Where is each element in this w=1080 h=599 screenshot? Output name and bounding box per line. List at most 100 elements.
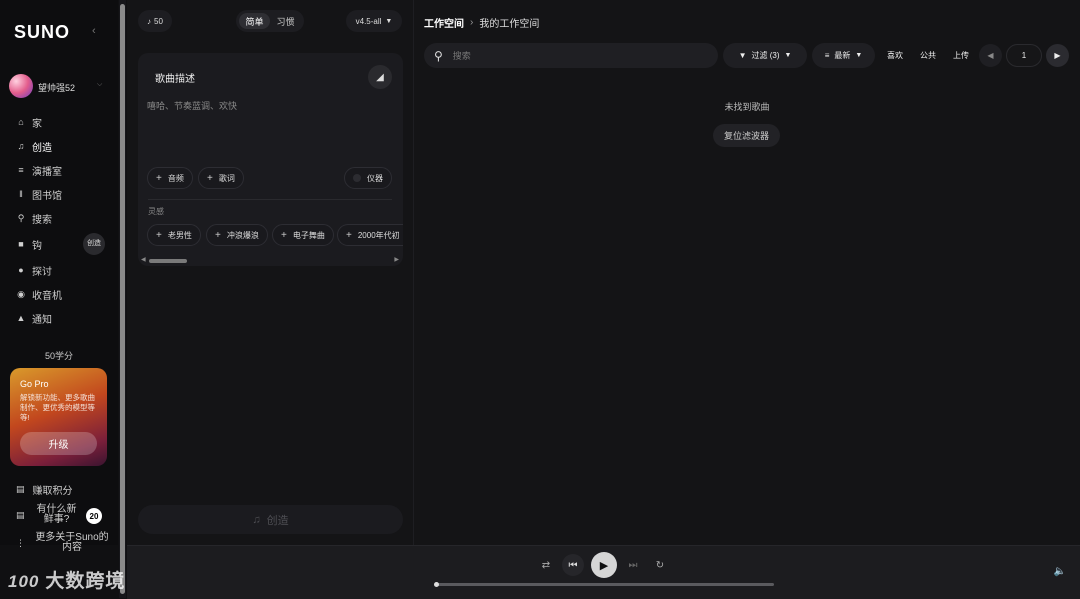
search-input[interactable] xyxy=(450,49,695,62)
page-number-input[interactable]: 1 xyxy=(1006,44,1042,67)
model-select-value: v4.5-all xyxy=(355,16,382,26)
home-icon: ⌂ xyxy=(18,117,24,127)
breadcrumb: 工作空间 › 我的工作空间 xyxy=(424,15,539,30)
filter-label: 过滤 (3) xyxy=(751,51,780,60)
plus-icon: + xyxy=(156,229,162,241)
bell-icon: ▲ xyxy=(16,313,26,323)
sidebar-item-create[interactable]: ♫ 创造 xyxy=(16,138,52,154)
watermark: 100 大数跨境 xyxy=(8,566,125,593)
credits-pill-value: 50 xyxy=(154,16,163,26)
sidebar-item-label: 创造 xyxy=(32,142,52,154)
collapse-sidebar-icon[interactable]: ‹ xyxy=(92,25,96,37)
chip-label: 2000年代初 xyxy=(357,230,400,240)
sidebar-item-label: 家 xyxy=(32,118,42,130)
divider xyxy=(148,199,392,200)
scroll-right-icon[interactable]: ▶ xyxy=(394,256,399,263)
toggle-label: 仪器 xyxy=(367,173,383,183)
tab-simple[interactable]: 简单 xyxy=(239,13,270,29)
inspiration-scrollbar[interactable]: ◀ ▶ xyxy=(141,256,399,264)
suno-logo[interactable]: SUNO xyxy=(14,22,70,43)
sidebar-item-search[interactable]: ⚲ 搜索 xyxy=(16,210,52,226)
music-note-icon: ♪ xyxy=(147,16,152,26)
sidebar-item-home[interactable]: ⌂ 家 xyxy=(16,114,42,130)
previous-icon[interactable]: ⏮ xyxy=(562,554,584,576)
add-lyrics-button[interactable]: + 歌词 xyxy=(198,167,244,189)
create-fab-label: 创造 xyxy=(87,240,101,247)
username[interactable]: 望帅强52 xyxy=(38,81,75,94)
breadcrumb-my-workspace[interactable]: 我的工作空间 xyxy=(479,15,539,30)
filter-button[interactable]: ▼ 过滤 (3) ▼ xyxy=(723,43,807,68)
caret-down-icon: ▼ xyxy=(385,17,393,25)
upload-label: 上传 xyxy=(953,51,969,60)
reset-filters-button[interactable]: 复位滤波器 xyxy=(713,124,780,147)
sidebar-item-studio[interactable]: ≡ 演播室 xyxy=(16,162,62,178)
next-page-button[interactable]: ▶ xyxy=(1046,44,1069,67)
tab-custom[interactable]: 习惯 xyxy=(270,13,301,29)
plus-icon: + xyxy=(346,229,352,241)
more-about-suno-link[interactable]: ⋮ 更多关于Suno的内容 xyxy=(16,533,111,553)
chip-label: 冲浪爆浪 xyxy=(226,230,259,240)
upgrade-button[interactable]: 升级 xyxy=(20,432,97,455)
inspiration-label: 灵感 xyxy=(148,207,164,216)
workspace-panel xyxy=(414,0,1080,545)
public-filter-button[interactable]: 公共 xyxy=(913,43,943,68)
card-title: 歌曲描述 xyxy=(155,74,195,85)
sidebar-item-label: 图书馆 xyxy=(32,190,62,202)
liked-filter-button[interactable]: 喜欢 xyxy=(880,43,910,68)
upload-button[interactable]: 上传 xyxy=(946,43,976,68)
go-pro-title: Go Pro xyxy=(20,379,49,389)
go-pro-card: Go Pro 解锁新功能、更多歌曲制作、更优秀的模型等等! 升级 xyxy=(10,368,107,466)
toggle-circle-icon xyxy=(353,174,361,182)
chevron-right-icon: › xyxy=(470,17,474,28)
earn-credits-link[interactable]: ▤ 赚取积分 xyxy=(16,482,73,497)
scroll-left-icon[interactable]: ◀ xyxy=(141,256,146,263)
model-select[interactable]: v4.5-all ▼ xyxy=(346,10,402,32)
plus-icon: + xyxy=(215,229,221,241)
inspiration-chip[interactable]: + 老男性 xyxy=(147,224,201,246)
create-fab-button[interactable]: 创造 xyxy=(83,233,105,255)
next-icon[interactable]: ⏭ xyxy=(626,558,640,572)
mode-tabs: 简单 习惯 xyxy=(236,10,304,32)
play-icon: ▶ xyxy=(599,559,609,572)
caret-down-icon: ▼ xyxy=(784,52,792,59)
caret-down-icon: ▼ xyxy=(855,52,863,59)
credits-pill[interactable]: ♪ 50 xyxy=(138,10,172,32)
sidebar-item-explore[interactable]: ● 探讨 xyxy=(16,262,52,278)
play-button[interactable]: ▶ xyxy=(591,552,617,578)
inspiration-chip[interactable]: + 冲浪爆浪 xyxy=(206,224,268,246)
create-button[interactable]: ♫ 创造 xyxy=(138,505,403,534)
compass-icon: ● xyxy=(18,265,24,275)
sort-button[interactable]: ≡ 最新 ▼ xyxy=(812,43,875,68)
breadcrumb-workspaces[interactable]: 工作空间 xyxy=(424,15,464,30)
prev-page-button[interactable]: ◀ xyxy=(979,44,1002,67)
song-description-input[interactable]: 嘻哈、节奏蓝调、欢快 xyxy=(147,99,237,112)
inspiration-chip[interactable]: + 电子舞曲 xyxy=(272,224,334,246)
sort-icon: ≡ xyxy=(824,51,830,60)
sidebar-item-library[interactable]: ‖ 图书馆 xyxy=(16,186,62,202)
progress-track[interactable] xyxy=(435,583,774,586)
whats-new-link[interactable]: ▤ 有什么新鲜事? xyxy=(16,505,81,525)
repeat-icon[interactable]: ↻ xyxy=(653,558,667,572)
add-audio-button[interactable]: + 音频 xyxy=(147,167,193,189)
volume-icon[interactable]: 🔈 xyxy=(1053,564,1067,578)
shuffle-icon[interactable]: ⇄ xyxy=(539,558,553,572)
create-button-label: 创造 xyxy=(266,514,289,527)
sidebar-item-radio[interactable]: ◉ 收音机 xyxy=(16,286,62,302)
search-field[interactable]: ⚲ xyxy=(424,43,718,68)
sidebar-item-hook[interactable]: ■ 钩 xyxy=(16,236,42,252)
sidebar-item-label: 收音机 xyxy=(32,290,62,302)
sidebar-item-label: 探讨 xyxy=(32,266,52,278)
expand-icon[interactable]: ◢ xyxy=(368,65,392,89)
watermark-logo: 100 xyxy=(8,572,40,591)
avatar[interactable] xyxy=(9,74,33,98)
news-icon: ▤ xyxy=(16,509,25,520)
progress-knob[interactable] xyxy=(434,582,439,587)
liked-label: 喜欢 xyxy=(887,51,903,60)
plus-icon: + xyxy=(281,229,287,241)
instrumental-toggle[interactable]: 仪器 xyxy=(344,167,392,189)
chevron-down-icon[interactable]: ⌵ xyxy=(97,81,102,89)
sidebar-scrollbar[interactable] xyxy=(119,0,126,598)
sidebar-item-notifications[interactable]: ▲ 通知 xyxy=(16,310,52,326)
more-icon: ⋮ xyxy=(16,537,25,548)
inspiration-chip[interactable]: + 2000年代初 xyxy=(337,224,403,246)
